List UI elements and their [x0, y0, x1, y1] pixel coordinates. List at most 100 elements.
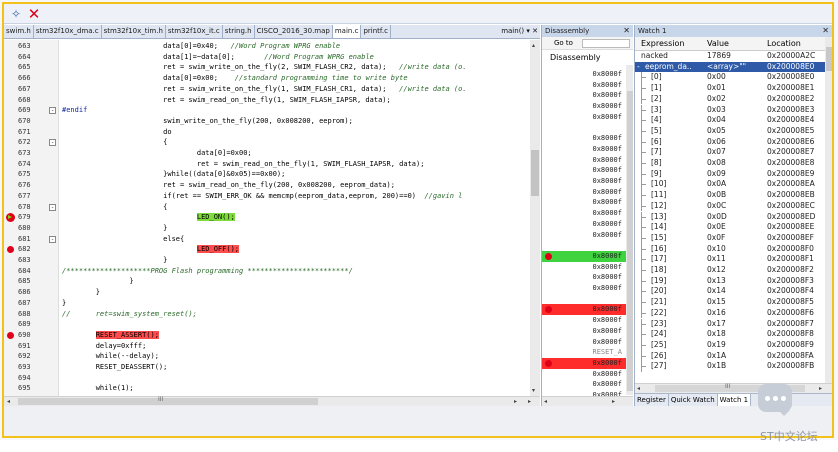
tab-stm32f10x-tim-h[interactable]: stm32f10x_tim.h: [102, 25, 166, 38]
line-number[interactable]: 674: [4, 159, 59, 170]
watch-value[interactable]: 0x04: [707, 115, 726, 126]
code-line[interactable]: delay=0xfff;: [62, 341, 147, 352]
watch-value[interactable]: 0x19: [707, 340, 726, 351]
line-number[interactable]: 685: [4, 276, 59, 287]
line-number[interactable]: 694: [4, 373, 59, 384]
breakpoint-icon[interactable]: [7, 246, 14, 254]
breakpoint-icon[interactable]: [545, 306, 552, 314]
disassembly-row[interactable]: 0x8000f: [542, 262, 626, 273]
line-number[interactable]: 670: [4, 116, 59, 127]
watch-value[interactable]: 0x13: [707, 276, 726, 287]
disassembly-row[interactable]: [542, 123, 626, 134]
watch-value[interactable]: 0x0B: [707, 190, 726, 201]
code-line[interactable]: data[1]=~data[0]; //Word Program WPRG en…: [62, 52, 374, 63]
scroll-down-icon[interactable]: ▾: [532, 386, 535, 395]
code-line[interactable]: swim_write_on_the_fly(200, 0x008200, eep…: [62, 116, 353, 127]
watch-value[interactable]: 0x14: [707, 286, 726, 297]
line-number[interactable]: 668: [4, 95, 59, 106]
disassembly-row[interactable]: 0x8000f: [542, 101, 626, 112]
line-number[interactable]: 686: [4, 287, 59, 298]
watch-row[interactable]: nacked 17869 0x20000A2C: [635, 51, 825, 62]
code-line[interactable]: data[0]=0x00;: [62, 148, 252, 159]
disassembly-row[interactable]: 0x8000f: [542, 272, 626, 283]
disassembly-row[interactable]: RESET_A: [542, 347, 626, 358]
watch-horizontal-scrollbar[interactable]: ◂ III ▸: [635, 383, 832, 393]
line-number[interactable]: 664: [4, 52, 59, 63]
disassembly-row[interactable]: 0x8000f: [542, 80, 626, 91]
code-line[interactable]: /********************PROG Flash programm…: [62, 266, 353, 277]
highlighted-statement[interactable]: LED_ON();: [196, 213, 235, 222]
code-line[interactable]: }: [62, 255, 167, 266]
disassembly-row[interactable]: 0x8000f: [542, 304, 626, 316]
disassembly-list[interactable]: 0x8000f 0x8000f 0x8000f 0x8000f 0x8000f 0x800…: [542, 69, 626, 406]
code-line[interactable]: #endif: [62, 105, 87, 116]
line-number[interactable]: 682: [4, 244, 59, 255]
line-number[interactable]: 679: [4, 212, 59, 223]
watch-value[interactable]: 0x12: [707, 265, 726, 276]
wand-icon[interactable]: ✧: [8, 6, 24, 22]
line-number-gutter[interactable]: 663 664 665 666 667 668 669 - 670 671 672 - 673 674 67…: [4, 40, 59, 396]
watch-row[interactable]: [6] 0x06 0x200008E6: [635, 136, 825, 148]
code-line[interactable]: LED_ON();: [62, 212, 235, 223]
code-area[interactable]: data[0]=0x40; //Word Program WPRG enable…: [62, 40, 532, 396]
editor-horizontal-scrollbar[interactable]: ◂ III ▸ ▸: [4, 396, 540, 406]
code-line[interactable]: }: [62, 276, 133, 287]
line-number[interactable]: 669 -: [4, 105, 59, 116]
line-number[interactable]: 665: [4, 62, 59, 73]
line-number[interactable]: 689: [4, 319, 59, 330]
code-line[interactable]: if(ret == SWIM_ERR_OK && memcmp(eeprom_d…: [62, 191, 462, 202]
watch-row[interactable]: [22] 0x16 0x200008F6: [635, 307, 825, 319]
line-number[interactable]: 671: [4, 127, 59, 138]
watch-value[interactable]: 0x02: [707, 94, 726, 105]
disassembly-row[interactable]: 0x8000f: [542, 90, 626, 101]
line-number[interactable]: 666: [4, 73, 59, 84]
watch-vertical-scrollbar[interactable]: [825, 37, 832, 383]
watch-row[interactable]: [26] 0x1A 0x200008FA: [635, 350, 825, 362]
line-number[interactable]: 688: [4, 309, 59, 320]
watch-row[interactable]: [5] 0x05 0x200008E5: [635, 125, 825, 137]
column-location[interactable]: Location: [767, 37, 801, 51]
scroll-up-icon[interactable]: ▴: [532, 41, 535, 50]
disassembly-row[interactable]: 0x8000f: [542, 112, 626, 123]
watch-row[interactable]: [3] 0x03 0x200008E3: [635, 104, 825, 116]
column-value[interactable]: Value: [707, 37, 729, 51]
watch-row[interactable]: [7] 0x07 0x200008E7: [635, 147, 825, 158]
scroll-right-icon[interactable]: ▸: [819, 384, 822, 393]
watch-row[interactable]: [18] 0x12 0x200008F2: [635, 265, 825, 276]
disassembly-row[interactable]: [542, 240, 626, 251]
scroll-left-icon[interactable]: ◂: [7, 397, 10, 406]
current-statement-icon[interactable]: [6, 213, 15, 223]
watch-row[interactable]: [0] 0x00 0x200008E0: [635, 72, 825, 84]
line-number[interactable]: 667: [4, 84, 59, 95]
watch-value[interactable]: 0x16: [707, 308, 726, 319]
close-icon[interactable]: ✕: [822, 25, 829, 37]
watch-row[interactable]: - eeprom_da.. <array>"" 0x200008E0: [635, 61, 825, 73]
watch-row[interactable]: [23] 0x17 0x200008F7: [635, 318, 825, 330]
watch-row[interactable]: [16] 0x10 0x200008F0: [635, 243, 825, 255]
disassembly-row[interactable]: 0x8000f: [542, 315, 626, 326]
code-line[interactable]: }: [62, 298, 66, 309]
watch-value[interactable]: 0x07: [707, 147, 726, 158]
line-number[interactable]: 683: [4, 255, 59, 266]
watch-value[interactable]: 0x03: [707, 105, 726, 116]
tab-quick-watch[interactable]: Quick Watch: [669, 394, 718, 406]
disassembly-row[interactable]: 0x8000f: [542, 283, 626, 294]
breakpoint-icon[interactable]: [545, 359, 552, 367]
line-number[interactable]: 695: [4, 383, 59, 394]
scroll-left-icon[interactable]: ◂: [637, 384, 640, 393]
line-number[interactable]: 680: [4, 223, 59, 234]
code-line[interactable]: RESET_DEASSERT();: [62, 362, 168, 373]
line-number[interactable]: 677: [4, 191, 59, 202]
line-number[interactable]: 690: [4, 330, 59, 341]
tab-string-h[interactable]: string.h: [223, 25, 255, 38]
line-number[interactable]: 678 -: [4, 202, 59, 213]
editor-horizontal-scroll-thumb[interactable]: III: [18, 396, 318, 405]
disassembly-row[interactable]: 0x8000f: [542, 155, 626, 166]
tab-watch-1[interactable]: Watch 1: [717, 394, 752, 406]
code-line[interactable]: {: [62, 137, 167, 148]
watch-value[interactable]: 0x0D: [707, 212, 727, 223]
scroll-left-icon[interactable]: ◂: [544, 397, 547, 406]
code-line[interactable]: else{: [62, 234, 184, 245]
disassembly-row[interactable]: 0x8000f: [542, 326, 626, 337]
line-number[interactable]: 693: [4, 362, 59, 373]
